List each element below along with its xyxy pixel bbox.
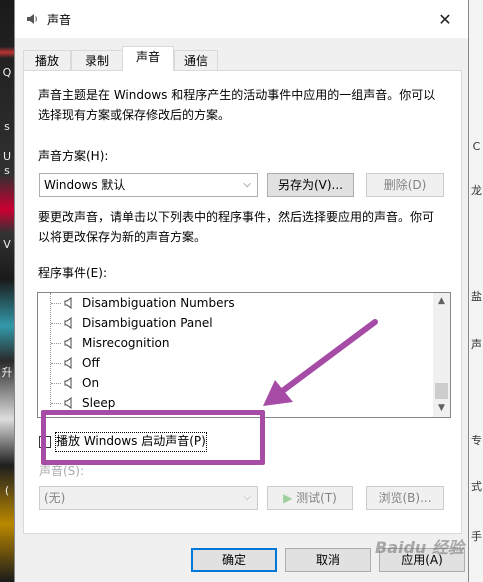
delete-button[interactable]: 删除(D): [366, 173, 444, 197]
speaker-icon: [64, 337, 72, 349]
sound-dialog: 声音 ✕ 播放 录制 声音 通信 声音主题是在 Windows 和程序产生的活动…: [14, 0, 469, 582]
scroll-down-icon[interactable]: ▼: [433, 400, 450, 417]
desktop-fragment: 式: [471, 480, 482, 493]
speaker-icon: [64, 297, 72, 309]
play-icon: ▶: [283, 491, 293, 505]
desktop-fragment: C: [472, 140, 481, 153]
list-item[interactable]: Disambiguation Numbers: [38, 293, 434, 313]
speaker-icon: [64, 357, 72, 369]
desktop-fragment: 专: [471, 434, 482, 447]
chevron-down-icon: ⌵: [243, 492, 251, 503]
desktop-fragment: V: [3, 238, 11, 251]
speaker-icon: [64, 377, 72, 389]
desktop-fragment: (: [4, 484, 10, 497]
speaker-icon: [64, 317, 72, 329]
desktop-fragment: 龙: [471, 184, 482, 197]
desktop-fragment: 手: [471, 530, 482, 543]
annotation-arrow-icon: [263, 319, 378, 406]
close-icon: ✕: [438, 9, 452, 29]
intro-text-line1: 声音主题是在 Windows 和程序产生的活动事件中应用的一组声音。你可以: [38, 88, 436, 102]
close-button[interactable]: ✕: [422, 0, 468, 38]
sounds-select[interactable]: (无) ⌵: [39, 486, 258, 510]
list-scrollbar[interactable]: ▲ ▼: [433, 293, 450, 417]
save-as-button[interactable]: 另存为(V)...: [267, 173, 354, 197]
scroll-thumb[interactable]: [435, 383, 448, 399]
tab-playback[interactable]: 播放: [23, 50, 71, 70]
desktop-fragment: 升: [1, 366, 13, 379]
program-events-label: 程序事件(E):: [38, 266, 107, 280]
help-text-line2: 以将更改保存为新的声音方案。: [38, 230, 207, 244]
sounds-select-value: (无): [44, 491, 66, 505]
desktop-fragment: 声: [471, 338, 482, 351]
tab-communications[interactable]: 通信: [174, 50, 218, 70]
title-bar[interactable]: 声音 ✕: [15, 0, 468, 38]
chevron-down-icon: ⌵: [243, 179, 251, 190]
scheme-select[interactable]: Windows 默认 ⌵: [39, 173, 258, 197]
intro-text-line2: 选择现有方案或保存修改后的方案。: [38, 108, 231, 122]
speaker-icon: [64, 397, 72, 409]
desktop-fragment: s: [4, 120, 10, 133]
scheme-label: 声音方案(H):: [38, 149, 109, 163]
browse-button[interactable]: 浏览(B)...: [366, 486, 444, 510]
scroll-up-icon[interactable]: ▲: [433, 293, 450, 310]
test-button-label: 测试(T): [296, 491, 337, 505]
program-events-list[interactable]: Disambiguation Numbers Disambiguation Pa…: [37, 292, 451, 418]
cancel-button[interactable]: 取消: [285, 548, 371, 572]
desktop-fragment: U: [2, 150, 12, 163]
watermark: Baidu 经验: [375, 538, 464, 557]
speaker-app-icon: [27, 14, 38, 24]
desktop-fragment: Q: [2, 66, 12, 79]
desktop-fragment: s: [4, 164, 10, 177]
ok-button[interactable]: 确定: [191, 548, 277, 572]
tab-sounds[interactable]: 声音: [122, 46, 174, 71]
annotation-box: [41, 410, 265, 465]
tab-recording[interactable]: 录制: [71, 50, 123, 70]
help-text-line1: 要更改声音，请单击以下列表中的程序事件，然后选择要应用的声音。你可: [38, 210, 435, 224]
desktop-fragment: 盐: [471, 290, 482, 303]
scheme-select-value: Windows 默认: [44, 178, 126, 192]
window-title: 声音: [47, 13, 72, 27]
test-button[interactable]: ▶ 测试(T): [267, 486, 353, 510]
